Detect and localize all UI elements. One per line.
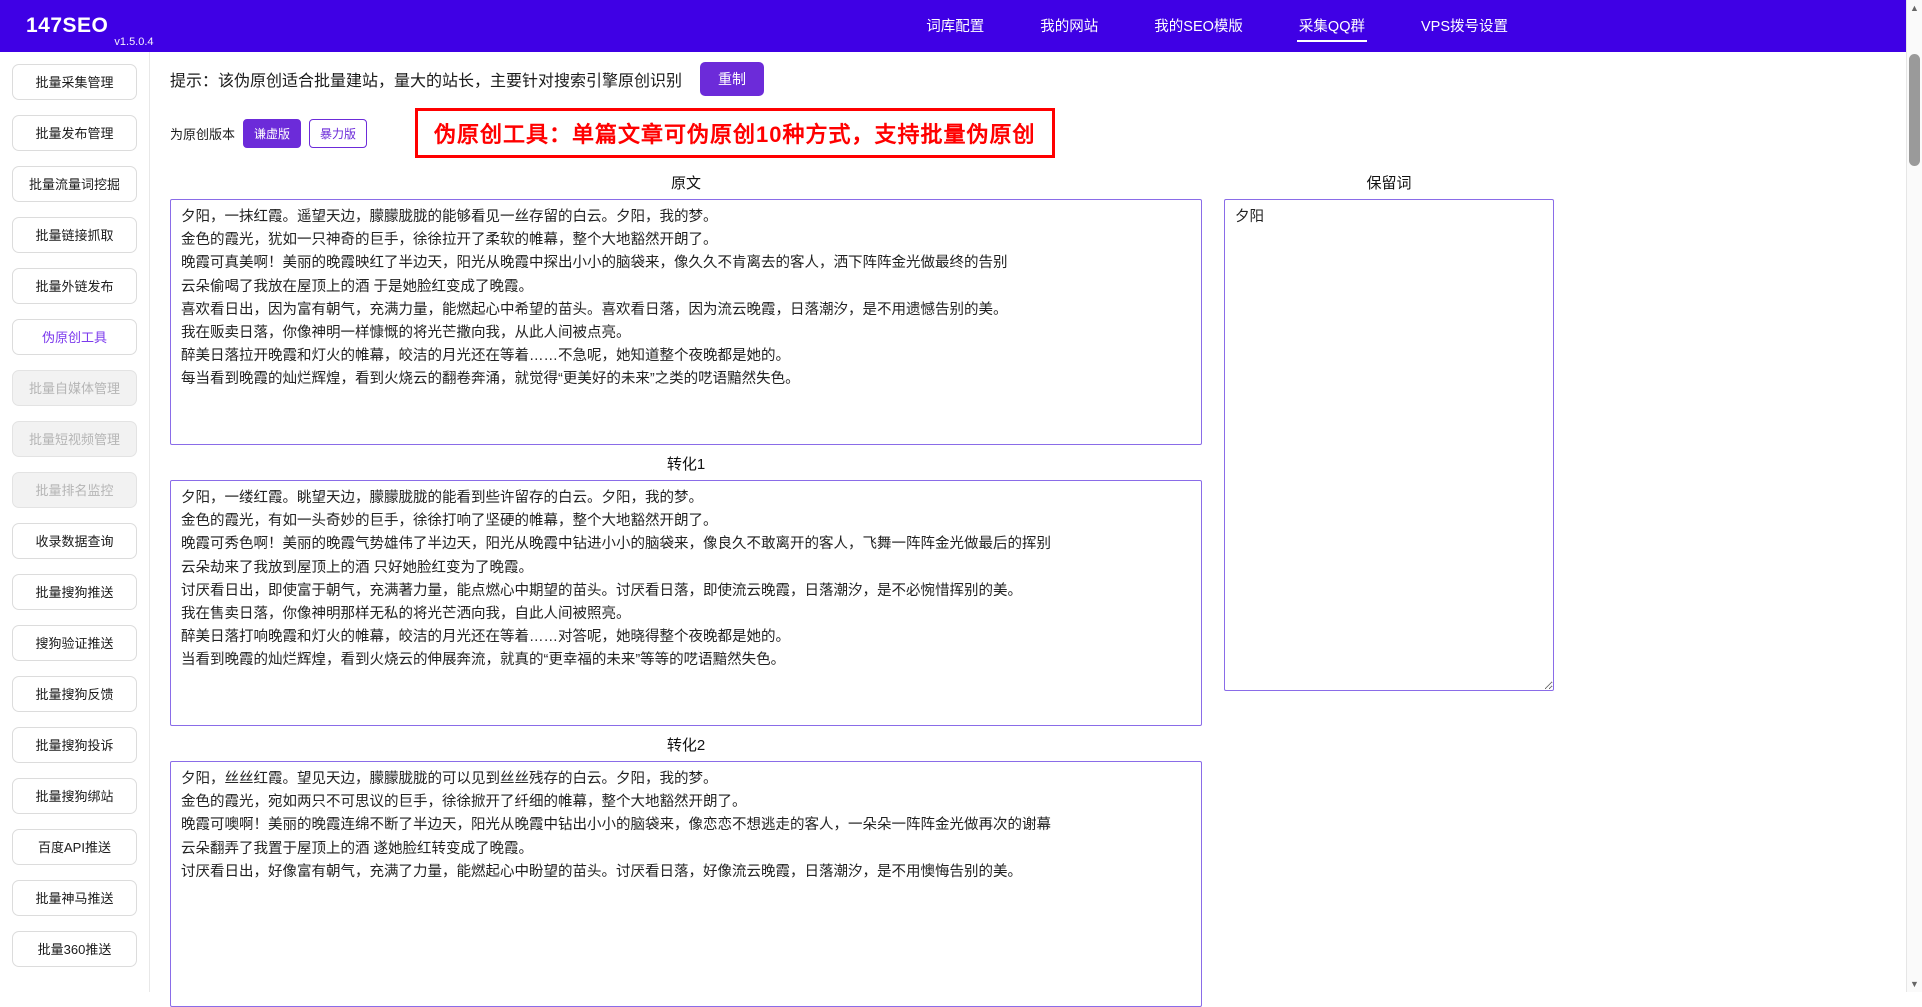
rebuild-button[interactable]: 重制 xyxy=(700,62,765,96)
app-version: v1.5.0.4 xyxy=(114,36,154,48)
sidebar-item-rank-monitor: 批量排名监控 xyxy=(12,472,137,508)
sidebar-item-pseudo-original-tool[interactable]: 伪原创工具 xyxy=(12,319,137,355)
brute-mode-button[interactable]: 暴力版 xyxy=(309,118,368,148)
sidebar-item-sogou-push[interactable]: 批量搜狗推送 xyxy=(12,574,137,610)
page-scrollbar[interactable]: ▲ ▼ xyxy=(1906,0,1922,992)
nav-item-vps-dial-settings[interactable]: VPS拨号设置 xyxy=(1419,11,1510,42)
sidebar-item-sogou-feedback[interactable]: 批量搜狗反馈 xyxy=(12,676,137,712)
sidebar-item-short-video: 批量短视频管理 xyxy=(12,421,137,457)
transform2-textarea[interactable]: 夕阳，丝丝红霞。望见天边，朦朦胧胧的可以见到丝丝残存的白云。夕阳，我的梦。 金色… xyxy=(170,761,1202,1007)
modest-mode-button[interactable]: 谦虚版 xyxy=(243,118,302,148)
editor-columns: 原文 夕阳，一抹红霞。遥望天边，朦朦胧胧的能够看见一丝存留的白云。夕阳，我的梦。… xyxy=(170,164,1922,1007)
sidebar-item-baidu-api-push[interactable]: 百度API推送 xyxy=(12,829,137,865)
top-nav: 词库配置 我的网站 我的SEO模版 采集QQ群 VPS拨号设置 xyxy=(924,11,1510,42)
keep-words-column: 保留词 夕阳 xyxy=(1224,164,1554,691)
tip-text: 提示：该伪原创适合批量建站，量大的站长，主要针对搜索引擎原创识别 xyxy=(170,73,683,90)
transform2-label: 转化2 xyxy=(666,737,706,754)
tip-row: 提示：该伪原创适合批量建站，量大的站长，主要针对搜索引擎原创识别 重制 xyxy=(170,62,1922,96)
editor-left-column: 原文 夕阳，一抹红霞。遥望天边，朦朦胧胧的能够看见一丝存留的白云。夕阳，我的梦。… xyxy=(170,164,1202,1007)
scrollbar-thumb[interactable] xyxy=(1909,54,1920,166)
page-layout: 批量采集管理 批量发布管理 批量流量词挖掘 批量链接抓取 批量外链发布 伪原创工… xyxy=(0,52,1922,1007)
sidebar-item-external-link-publish[interactable]: 批量外链发布 xyxy=(12,268,137,304)
sidebar-item-batch-publish[interactable]: 批量发布管理 xyxy=(12,115,137,151)
transform1-label: 转化1 xyxy=(666,456,706,473)
version-label: 为原创版本 xyxy=(170,126,236,142)
original-textarea[interactable]: 夕阳，一抹红霞。遥望天边，朦朦胧胧的能够看见一丝存留的白云。夕阳，我的梦。 金色… xyxy=(170,199,1202,445)
keep-words-label: 保留词 xyxy=(1366,175,1412,192)
app-header: 147SEO v1.5.0.4 词库配置 我的网站 我的SEO模版 采集QQ群 … xyxy=(0,0,1906,52)
transform1-textarea[interactable]: 夕阳，一缕红霞。眺望天边，朦朦胧胧的能看到些许留存的白云。夕阳，我的梦。 金色的… xyxy=(170,480,1202,726)
promo-banner: 伪原创工具：单篇文章可伪原创10种方式，支持批量伪原创 xyxy=(415,108,1055,158)
nav-item-lexicon-config[interactable]: 词库配置 xyxy=(924,11,986,42)
sidebar-item-sogou-verify-push[interactable]: 搜狗验证推送 xyxy=(12,625,137,661)
sidebar-item-self-media: 批量自媒体管理 xyxy=(12,370,137,406)
sidebar-item-index-data-query[interactable]: 收录数据查询 xyxy=(12,523,137,559)
sidebar-item-traffic-word-mining[interactable]: 批量流量词挖掘 xyxy=(12,166,137,202)
app-brand: 147SEO xyxy=(26,14,109,37)
sidebar-item-sogou-complaint[interactable]: 批量搜狗投诉 xyxy=(12,727,137,763)
nav-item-qq-group[interactable]: 采集QQ群 xyxy=(1296,11,1367,42)
sidebar-item-shenma-push[interactable]: 批量神马推送 xyxy=(12,880,137,916)
keep-words-textarea[interactable]: 夕阳 xyxy=(1224,199,1554,691)
nav-item-my-sites[interactable]: 我的网站 xyxy=(1038,11,1100,42)
scrollbar-up-icon[interactable]: ▲ xyxy=(1907,0,1922,16)
original-label: 原文 xyxy=(670,175,701,192)
scrollbar-down-icon[interactable]: ▼ xyxy=(1907,976,1922,992)
sidebar-item-batch-collect[interactable]: 批量采集管理 xyxy=(12,64,137,100)
sidebar-item-sogou-bind-site[interactable]: 批量搜狗绑站 xyxy=(12,778,137,814)
sidebar: 批量采集管理 批量发布管理 批量流量词挖掘 批量链接抓取 批量外链发布 伪原创工… xyxy=(0,52,150,992)
sidebar-item-360-push[interactable]: 批量360推送 xyxy=(12,931,137,967)
version-row: 为原创版本 谦虚版 暴力版 伪原创工具：单篇文章可伪原创10种方式，支持批量伪原… xyxy=(170,108,1922,158)
main-content: 提示：该伪原创适合批量建站，量大的站长，主要针对搜索引擎原创识别 重制 为原创版… xyxy=(150,52,1922,1007)
sidebar-item-link-grab[interactable]: 批量链接抓取 xyxy=(12,217,137,253)
nav-item-my-seo-templates[interactable]: 我的SEO模版 xyxy=(1152,11,1245,42)
